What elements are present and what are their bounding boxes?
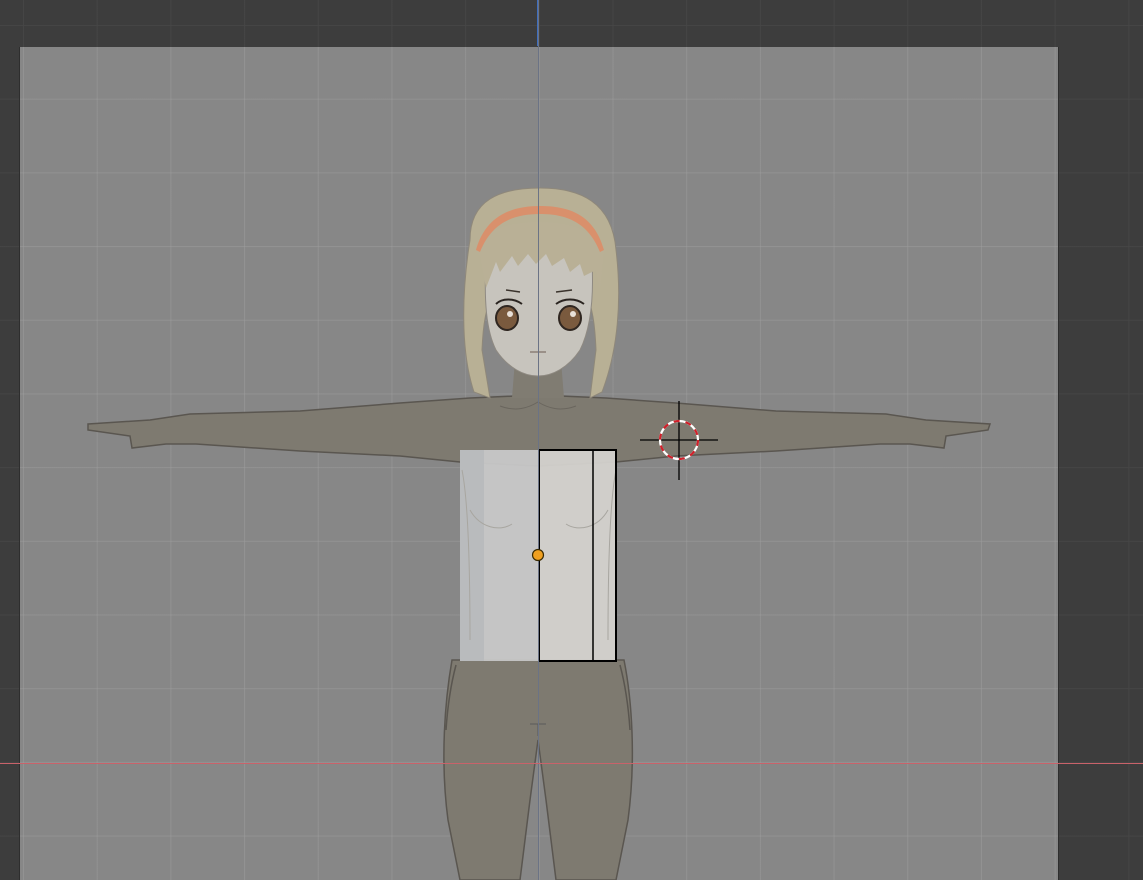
scene-canvas[interactable] (0, 0, 1143, 880)
box-right-face[interactable] (539, 450, 617, 661)
3d-viewport[interactable] (0, 0, 1143, 880)
x-axis-line (0, 763, 1143, 764)
object-origin-icon[interactable] (531, 548, 545, 562)
